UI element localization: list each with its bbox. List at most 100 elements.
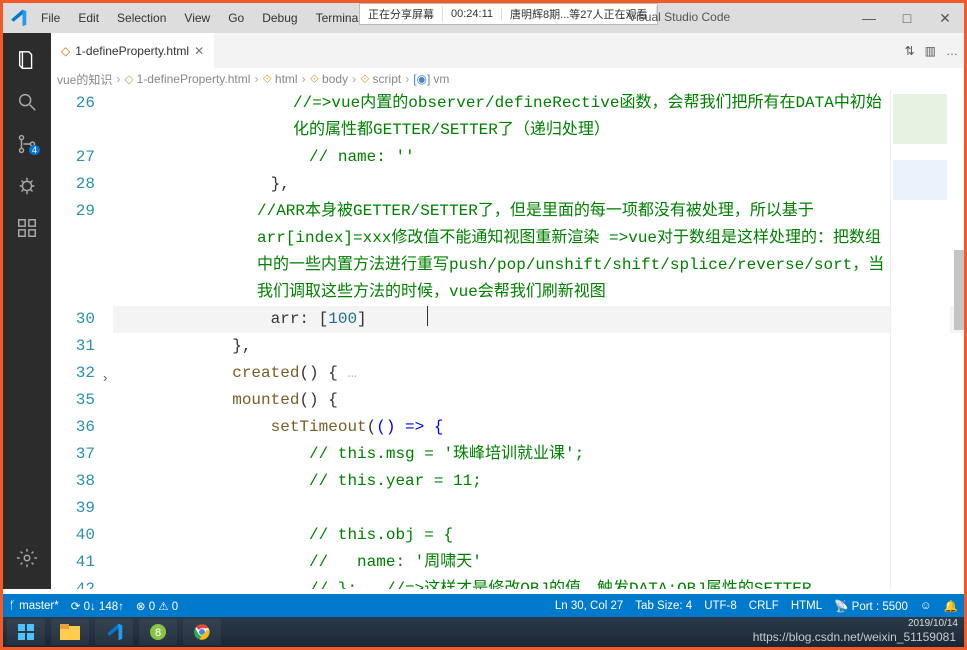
editor[interactable]: 26 27 28 29 30 31 32› 35 36 37 38 39 40 … <box>51 90 964 589</box>
menu-debug[interactable]: Debug <box>254 5 305 31</box>
t: ] <box>357 310 367 328</box>
fold-chevron-icon[interactable]: › <box>101 365 109 392</box>
code-line: // }: //=>这样才是修改OBJ的值，触发DATA:OBJ属性的SETTE… <box>113 576 964 589</box>
language-mode[interactable]: HTML <box>791 600 822 612</box>
file-explorer-icon[interactable] <box>51 619 89 645</box>
menu-edit[interactable]: Edit <box>70 5 107 31</box>
breadcrumb-vm-label: vm <box>433 72 449 86</box>
minimize-button[interactable]: — <box>850 3 888 33</box>
t: () { <box>299 391 337 409</box>
t: () => { <box>376 418 443 436</box>
t: 100 <box>328 310 357 328</box>
breadcrumb-sep: › <box>254 72 258 86</box>
vscode-taskbar-icon[interactable] <box>95 619 133 645</box>
code-area[interactable]: //=>vue内置的observer/defineRective函数，会帮我们把… <box>113 90 964 589</box>
extensions-icon[interactable] <box>3 207 51 249</box>
code-line: // name: '周啸天' <box>113 549 964 576</box>
line-number: 28 <box>51 171 95 198</box>
html-file-icon: ◇ <box>61 44 70 58</box>
breadcrumb-html-label: html <box>275 72 298 86</box>
code-line: // name: '' <box>113 144 964 171</box>
git-branch[interactable]: ᚶ master* <box>9 600 59 612</box>
source-control-icon[interactable]: 4 <box>3 123 51 165</box>
share-timer: 00:24:11 <box>443 8 502 20</box>
tab-right-actions: ⇅ ▥ … <box>905 44 958 58</box>
code-line: setTimeout(() => { <box>113 414 964 441</box>
code-line-active: arr: [100] <box>113 306 964 333</box>
folded-icon[interactable]: … <box>338 364 357 382</box>
tab-label: 1-defineProperty.html <box>75 44 189 58</box>
scm-badge: 4 <box>29 145 40 155</box>
share-status-strip: 正在分享屏幕 00:24:11 唐明辉8期...等27人正在观看 <box>359 3 658 25</box>
split-editor-icon[interactable]: ▥ <box>925 44 936 58</box>
git-sync[interactable]: ⟳ 0↓ 148↑ <box>71 599 124 613</box>
menu-selection[interactable]: Selection <box>109 5 174 31</box>
app-icon[interactable]: 8 <box>139 619 177 645</box>
t: created <box>117 364 299 382</box>
line-number: 26 <box>51 90 95 144</box>
vscode-logo-icon <box>3 3 33 33</box>
debug-icon[interactable] <box>3 165 51 207</box>
vertical-scrollbar[interactable] <box>954 250 964 330</box>
explorer-icon[interactable] <box>3 39 51 81</box>
breadcrumb-script-label: script <box>373 72 402 86</box>
t: arr: [ <box>117 310 328 328</box>
code-line: created() { … <box>113 360 964 387</box>
breadcrumb: vue的知识 › ◇1-defineProperty.html › ⟐html … <box>51 68 964 90</box>
minimap[interactable] <box>890 90 950 589</box>
compare-icon[interactable]: ⇅ <box>905 44 915 58</box>
breadcrumb-body[interactable]: ⟐body <box>310 72 349 87</box>
t: ( <box>367 418 377 436</box>
tab-size[interactable]: Tab Size: 4 <box>635 600 692 612</box>
close-window-button[interactable]: ✕ <box>926 3 964 33</box>
code-line: // this.year = 11; <box>113 468 964 495</box>
share-label: 正在分享屏幕 <box>360 6 443 22</box>
breadcrumb-file[interactable]: ◇1-defineProperty.html <box>124 72 250 86</box>
text-cursor-icon <box>427 306 428 326</box>
activity-bar: 4 <box>3 33 51 589</box>
menu-file[interactable]: File <box>33 5 68 31</box>
code-line: //ARR本身被GETTER/SETTER了，但是里面的每一项都没有被处理，所以… <box>113 198 964 306</box>
breadcrumb-file-label: 1-defineProperty.html <box>137 72 251 86</box>
line-number: 32› <box>51 360 95 387</box>
menu-go[interactable]: Go <box>220 5 252 31</box>
menu-bar: File Edit Selection View Go Debug Termin… <box>33 5 412 31</box>
breadcrumb-script[interactable]: ⟐script <box>360 72 401 87</box>
live-server-port[interactable]: 📡 Port : 5500 <box>834 599 908 613</box>
problems[interactable]: ⊗ 0 ⚠ 0 <box>136 599 178 613</box>
line-gutter: 26 27 28 29 30 31 32› 35 36 37 38 39 40 … <box>51 90 113 589</box>
notifications-icon[interactable]: 🔔 <box>944 599 958 613</box>
code-line: // this.obj = { <box>113 522 964 549</box>
line-number: 31 <box>51 333 95 360</box>
encoding[interactable]: UTF-8 <box>704 600 737 612</box>
code-line: //=>vue内置的observer/defineRective函数，会帮我们把… <box>113 90 964 144</box>
breadcrumb-html[interactable]: ⟐html <box>262 72 297 87</box>
search-icon[interactable] <box>3 81 51 123</box>
start-button[interactable] <box>7 619 45 645</box>
breadcrumb-sep: › <box>352 72 356 86</box>
line-number: 41 <box>51 549 95 576</box>
editor-tab-bar: ◇ 1-defineProperty.html ✕ ⇅ ▥ … <box>51 33 964 68</box>
close-tab-icon[interactable]: ✕ <box>194 44 204 58</box>
t: setTimeout <box>117 418 367 436</box>
settings-gear-icon[interactable] <box>3 537 51 579</box>
svg-text:8: 8 <box>155 627 161 639</box>
menu-view[interactable]: View <box>176 5 218 31</box>
chrome-icon[interactable] <box>183 619 221 645</box>
code-line: }, <box>113 171 964 198</box>
breadcrumb-folder[interactable]: vue的知识 <box>57 71 112 88</box>
feedback-icon[interactable]: ☺ <box>920 600 932 612</box>
line-number: 36 <box>51 414 95 441</box>
code-line <box>113 495 964 522</box>
breadcrumb-vm[interactable]: [◉]vm <box>413 72 449 86</box>
windows-taskbar: 8 https://blog.csdn.net/weixin_51159081 … <box>3 617 964 647</box>
breadcrumb-sep: › <box>116 72 120 86</box>
tab-defineproperty[interactable]: ◇ 1-defineProperty.html ✕ <box>51 33 214 68</box>
minimap-section <box>893 94 947 144</box>
maximize-button[interactable]: □ <box>888 3 926 33</box>
cursor-position[interactable]: Ln 30, Col 27 <box>555 600 623 612</box>
more-actions-icon[interactable]: … <box>946 44 958 58</box>
eol[interactable]: CRLF <box>749 600 779 612</box>
breadcrumb-sep: › <box>302 72 306 86</box>
breadcrumb-body-label: body <box>322 72 348 86</box>
